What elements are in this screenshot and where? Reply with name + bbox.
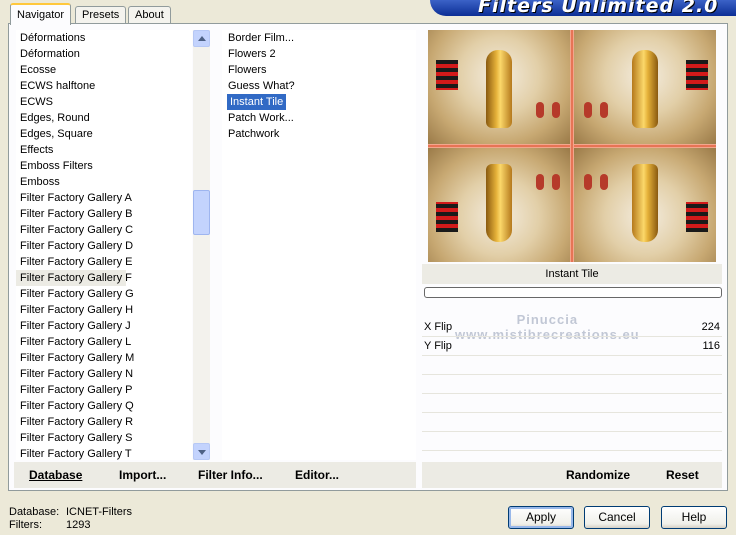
category-item[interactable]: Filter Factory Gallery P [16, 382, 192, 398]
import-button[interactable]: Import... [119, 468, 166, 482]
progress-bar [424, 287, 722, 298]
filter-list[interactable]: Border Film... Flowers 2 Flowers Guess What… [222, 30, 416, 460]
chevron-up-icon [198, 36, 206, 41]
parameter-sliders[interactable]: X Flip 224 Y Flip 116 [422, 318, 722, 470]
tab-about[interactable]: About [128, 6, 171, 23]
tab-navigator[interactable]: Navigator [10, 3, 72, 25]
param-value: 224 [701, 321, 720, 333]
status-database: Database: ICNET-Filters [9, 506, 132, 518]
category-item[interactable]: Filter Factory Gallery N [16, 366, 192, 382]
chevron-down-icon [198, 450, 206, 455]
category-item[interactable]: Filter Factory Gallery R [16, 414, 192, 430]
category-item[interactable]: ECWS [16, 94, 192, 110]
status-filters: Filters: 1293 [9, 519, 91, 531]
banner-title: Filters Unlimited 2.0 [478, 0, 719, 16]
randomize-button[interactable]: Randomize [566, 468, 630, 482]
category-list[interactable]: Déformations Déformation Ecosse ECWS halfto… [16, 30, 192, 460]
filter-item[interactable]: Flowers 2 [222, 46, 416, 62]
category-item[interactable]: Filter Factory Gallery L [16, 334, 192, 350]
param-value: 116 [702, 340, 720, 352]
tab-presets[interactable]: Presets [75, 6, 127, 23]
filter-item[interactable]: Flowers [222, 62, 416, 78]
category-item[interactable]: Filter Factory Gallery H [16, 302, 192, 318]
apply-button[interactable]: Apply [508, 506, 574, 529]
category-item[interactable]: Filter Factory Gallery C [16, 222, 192, 238]
category-item[interactable]: Déformations [16, 30, 192, 46]
category-item[interactable]: Filter Factory Gallery J [16, 318, 192, 334]
filter-item[interactable]: Patch Work... [222, 110, 416, 126]
filter-preview-image [428, 30, 716, 262]
filter-item-label: Instant Tile [227, 94, 287, 110]
param-label: Y Flip [424, 340, 452, 352]
category-item[interactable]: Emboss Filters [16, 158, 192, 174]
category-item[interactable]: Filter Factory Gallery G [16, 286, 192, 302]
category-item[interactable]: Filter Factory Gallery T [16, 446, 192, 460]
param-x-flip[interactable]: X Flip 224 [422, 318, 722, 337]
category-item[interactable]: Edges, Square [16, 126, 192, 142]
category-item[interactable]: Filter Factory Gallery F [16, 270, 132, 286]
category-item[interactable]: Ecosse [16, 62, 192, 78]
category-item[interactable]: Filter Factory Gallery B [16, 206, 192, 222]
category-item[interactable]: ECWS halftone [16, 78, 192, 94]
preview-tile [428, 30, 570, 144]
preview-tile [428, 148, 570, 262]
scroll-down-button[interactable] [193, 443, 210, 460]
database-button[interactable]: Database [29, 468, 82, 482]
filter-item[interactable]: Patchwork [222, 126, 416, 142]
reset-button[interactable]: Reset [666, 468, 699, 482]
category-item[interactable]: Filter Factory Gallery S [16, 430, 192, 446]
scroll-up-button[interactable] [193, 30, 210, 47]
category-item[interactable]: Filter Factory Gallery Q [16, 398, 192, 414]
scroll-thumb[interactable] [193, 190, 210, 235]
cancel-button[interactable]: Cancel [584, 506, 650, 529]
filter-info-button[interactable]: Filter Info... [198, 468, 263, 482]
category-item[interactable]: Filter Factory Gallery D [16, 238, 192, 254]
help-button[interactable]: Help [661, 506, 727, 529]
category-item[interactable]: Filter Factory Gallery A [16, 190, 192, 206]
param-y-flip[interactable]: Y Flip 116 [422, 337, 722, 356]
category-item[interactable]: Emboss [16, 174, 192, 190]
category-item[interactable]: Déformation [16, 46, 192, 62]
preview-filter-name: Instant Tile [422, 264, 722, 284]
app-banner: Filters Unlimited 2.0 [430, 0, 736, 16]
param-label: X Flip [424, 321, 453, 333]
filter-item[interactable]: Guess What? [222, 78, 416, 94]
preview-tile [574, 148, 716, 262]
filter-item[interactable]: Instant Tile [222, 94, 416, 110]
preview-tile [574, 30, 716, 144]
category-item[interactable]: Filter Factory Gallery E [16, 254, 192, 270]
category-item[interactable]: Effects [16, 142, 192, 158]
category-item[interactable]: Filter Factory Gallery M [16, 350, 192, 366]
category-scrollbar[interactable] [193, 30, 210, 460]
filter-item[interactable]: Border Film... [222, 30, 416, 46]
category-item[interactable]: Edges, Round [16, 110, 192, 126]
editor-button[interactable]: Editor... [295, 468, 339, 482]
